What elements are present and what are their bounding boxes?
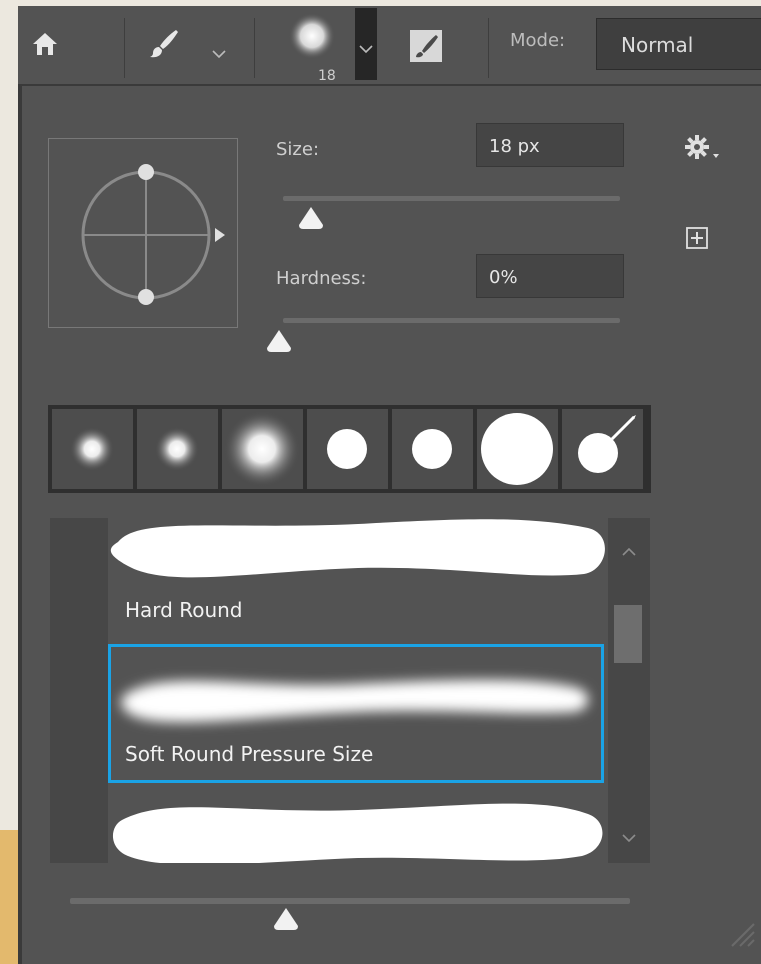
recent-brush-3[interactable]	[222, 409, 303, 489]
brush-tool-icon[interactable]	[148, 28, 180, 64]
brush-name: Hard Round	[125, 598, 243, 622]
scroll-down-icon[interactable]	[622, 828, 636, 847]
brush-size-indicator: 18	[318, 68, 336, 84]
brush-angle-widget[interactable]	[48, 138, 238, 328]
resize-grip-icon[interactable]	[728, 920, 756, 952]
preset-picker-dropdown[interactable]	[355, 8, 377, 80]
brush-preset-picker-icon[interactable]	[288, 12, 336, 64]
brush-list: Hard Round Soft Round Pressure Size	[50, 518, 650, 863]
scrollbar-thumb[interactable]	[614, 605, 642, 663]
size-slider-track[interactable]	[283, 196, 620, 201]
chevron-down-icon[interactable]	[212, 44, 226, 63]
recent-brush-4[interactable]	[307, 409, 388, 489]
home-icon[interactable]	[32, 32, 58, 60]
recent-brush-1[interactable]	[52, 409, 133, 489]
recent-brush-5[interactable]	[392, 409, 473, 489]
hardness-slider-thumb[interactable]	[265, 328, 293, 358]
list-item[interactable]: Hard Round	[108, 518, 608, 644]
size-slider-thumb[interactable]	[297, 205, 325, 235]
hardness-slider-track[interactable]	[283, 318, 620, 323]
size-field[interactable]: 18 px	[476, 123, 624, 167]
hardness-label: Hardness:	[276, 268, 367, 289]
size-label: Size:	[276, 139, 320, 160]
scroll-up-icon[interactable]	[622, 542, 636, 561]
preview-size-slider-track[interactable]	[70, 898, 630, 904]
hardness-field[interactable]: 0%	[476, 254, 624, 298]
recent-brush-2[interactable]	[137, 409, 218, 489]
brush-list-items: Hard Round Soft Round Pressure Size	[108, 518, 608, 863]
recent-brush-7[interactable]	[562, 409, 643, 489]
preview-size-slider-thumb[interactable]	[272, 906, 300, 936]
toggle-brush-settings-icon[interactable]	[408, 28, 444, 68]
recent-brush-6[interactable]	[477, 409, 558, 489]
list-gutter	[50, 518, 108, 863]
gear-icon[interactable]	[684, 134, 720, 166]
mode-label: Mode:	[510, 30, 566, 51]
new-preset-icon[interactable]	[685, 226, 709, 254]
brush-list-scrollbar[interactable]	[608, 518, 650, 863]
selected-brush-highlight	[108, 644, 604, 783]
mode-select[interactable]: Normal	[596, 18, 761, 70]
list-item[interactable]	[108, 786, 608, 863]
options-bar: 18 Mode: Normal	[18, 6, 761, 84]
